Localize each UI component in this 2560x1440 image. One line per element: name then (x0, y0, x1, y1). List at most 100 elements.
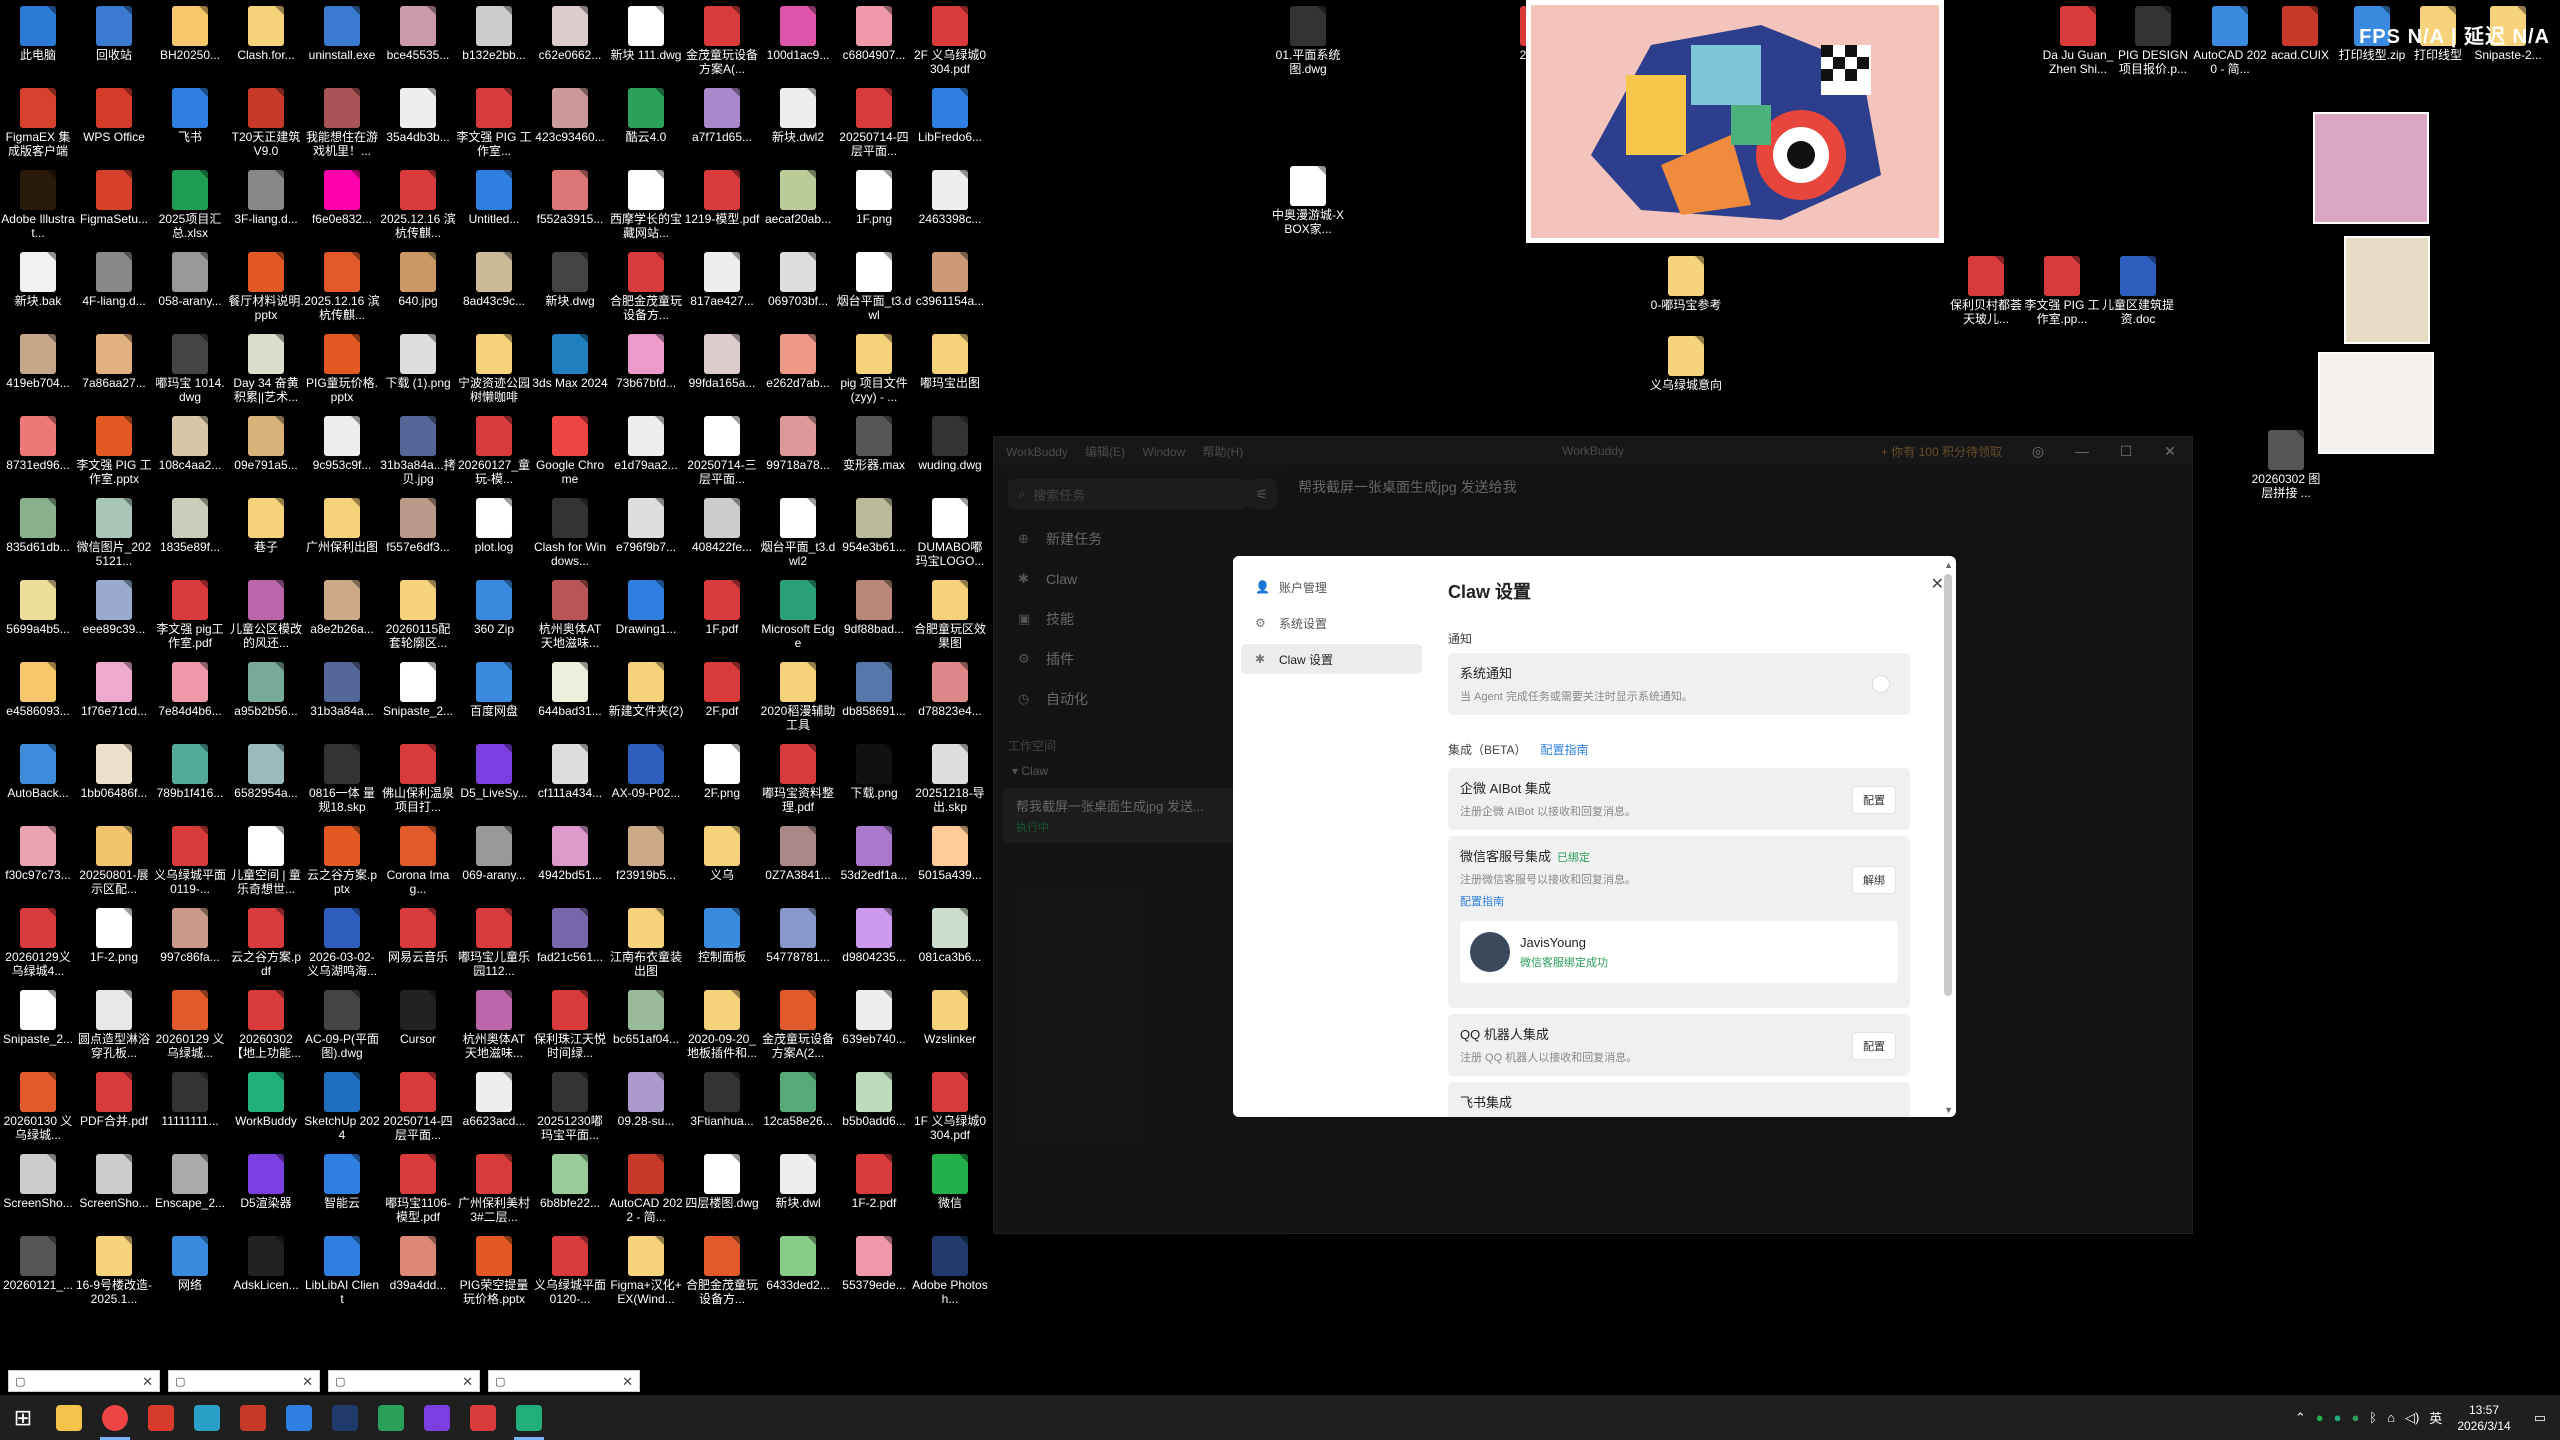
desktop-icon[interactable]: 李文强 PIG 工作室.pp... (2024, 250, 2100, 326)
notification-icon[interactable]: ▭ (2534, 1410, 2546, 1426)
desktop-icon[interactable]: 回收站 (76, 0, 152, 62)
desktop-icon[interactable]: 99fda165a... (684, 328, 760, 390)
scroll-down-arrow[interactable]: ▼ (1944, 1105, 1953, 1115)
desktop-icon[interactable]: FigmaEX 集成版客户端 (0, 82, 76, 158)
desktop-icon[interactable]: 100d1ac9... (760, 0, 836, 62)
bluetooth-icon[interactable]: ᛒ (2369, 1410, 2377, 1425)
taskbar-explorer[interactable] (46, 1395, 92, 1440)
desktop-icon[interactable]: 16-9号楼改造-2025.1... (76, 1230, 152, 1306)
desktop-icon[interactable]: aecaf20ab... (760, 164, 836, 226)
desktop-icon[interactable]: 423c93460... (532, 82, 608, 144)
desktop-icon[interactable]: 12ca58e26... (760, 1066, 836, 1128)
desktop-icon[interactable]: 8ad43c9c... (456, 246, 532, 308)
ime-indicator[interactable]: 英 (2429, 1408, 2442, 1427)
desktop-icon[interactable]: 烟台平面_t3.dwl (836, 246, 912, 322)
desktop-icon[interactable]: Enscape_2... (152, 1148, 228, 1210)
desktop-icon[interactable]: Untitled... (456, 164, 532, 226)
desktop-icon[interactable]: 5699a4b5... (0, 574, 76, 636)
desktop-icon[interactable]: Adobe Photosh... (912, 1230, 988, 1306)
desktop-icon[interactable]: 控制面板 (684, 902, 760, 964)
desktop-icon[interactable]: 4F-liang.d... (76, 246, 152, 308)
close-icon[interactable]: ✕ (142, 1374, 153, 1390)
desktop-icon[interactable]: 保利贝村都荟天玻儿... (1948, 250, 2024, 326)
desktop-icon[interactable]: 5015a439... (912, 820, 988, 882)
desktop-icon[interactable]: 20250714-四层平面... (836, 82, 912, 158)
desktop-icon[interactable]: b132e2bb... (456, 0, 532, 62)
desktop-icon[interactable]: db858691... (836, 656, 912, 718)
desktop-icon[interactable]: Clash for Windows... (532, 492, 608, 568)
clock[interactable]: 13:57 2026/3/14 (2457, 1402, 2510, 1434)
desktop-icon[interactable]: AutoCAD 2020 - 简... (2192, 0, 2268, 76)
taskbar-app[interactable] (322, 1395, 368, 1440)
desktop-icon[interactable]: 55379ede... (836, 1230, 912, 1292)
desktop-icon[interactable]: 0-嘟玛宝参考 (1648, 250, 1724, 312)
desktop-icon[interactable]: c6804907... (836, 0, 912, 62)
desktop-icon[interactable]: 789b1f416... (152, 738, 228, 800)
desktop-icon[interactable]: 20260121_... (0, 1230, 76, 1292)
desktop-icon[interactable]: d78823e4... (912, 656, 988, 718)
wecom-config-button[interactable]: 配置 (1852, 786, 1896, 814)
desktop-icon[interactable]: 酷云4.0 (608, 82, 684, 144)
taskbar-app[interactable] (414, 1395, 460, 1440)
desktop-icon[interactable]: 2025.12.16 滨杭传麒... (380, 164, 456, 240)
desktop-icon[interactable]: AC-09-P(平面图).dwg (304, 984, 380, 1060)
desktop-icon[interactable]: 4942bd51... (532, 820, 608, 882)
desktop-icon[interactable]: 嘟玛宝儿童乐园112... (456, 902, 532, 978)
desktop-icon[interactable]: 31b3a84a...拷贝.jpg (380, 410, 456, 486)
taskbar-app[interactable] (276, 1395, 322, 1440)
desktop-icon[interactable]: 1F.png (836, 164, 912, 226)
desktop-icon[interactable]: 1bb06486f... (76, 738, 152, 800)
taskbar-preview[interactable]: ▢ ✕ (168, 1370, 320, 1392)
close-icon[interactable]: ✕ (622, 1374, 633, 1390)
desktop-icon[interactable]: 四层楼图.dwg (684, 1148, 760, 1210)
desktop-icon[interactable]: 2026-03-02-义乌湖鸣海... (304, 902, 380, 978)
desktop-icon[interactable]: 09e791a5... (228, 410, 304, 472)
desktop-icon[interactable]: 义乌绿城平面0119-... (152, 820, 228, 896)
desktop-icon[interactable]: d39a4dd... (380, 1230, 456, 1292)
desktop-icon[interactable]: a95b2b56... (228, 656, 304, 718)
desktop-icon[interactable]: uninstall.exe (304, 0, 380, 62)
desktop-icon[interactable]: 6433ded2... (760, 1230, 836, 1292)
desktop-icon[interactable]: 7a86aa27... (76, 328, 152, 390)
desktop-icon[interactable]: ScreenSho... (0, 1148, 76, 1210)
desktop-icon[interactable]: BH20250... (152, 0, 228, 62)
desktop-icon[interactable]: 7e84d4b6... (152, 656, 228, 718)
desktop-icon[interactable]: 儿童空间 | 童乐奇想世... (228, 820, 304, 896)
desktop-icon[interactable]: eee89c39... (76, 574, 152, 636)
desktop-icon[interactable]: f557e6df3... (380, 492, 456, 554)
desktop-icon[interactable]: 杭州奥体AT 天地滋味... (456, 984, 532, 1060)
desktop-icon[interactable]: 李文强 PIG 工作室.pptx (76, 410, 152, 486)
desktop-icon[interactable]: 0816一体 量规18.skp (304, 738, 380, 814)
image-preview[interactable] (1526, 0, 1944, 243)
desktop-icon[interactable]: AdskLicen... (228, 1230, 304, 1292)
desktop-icon[interactable]: 35a4db3b... (380, 82, 456, 144)
desktop-icon[interactable]: 11111111... (152, 1066, 228, 1128)
desktop-icon[interactable]: 云之谷方案.pptx (304, 820, 380, 896)
desktop-icon[interactable]: Figma+汉化+EX(Wind... (608, 1230, 684, 1306)
desktop-icon[interactable]: f552a3915... (532, 164, 608, 226)
taskbar-preview[interactable]: ▢ ✕ (328, 1370, 480, 1392)
desktop-icon[interactable]: 20260115配套轮廓区... (380, 574, 456, 650)
desktop-icon[interactable]: D5_LiveSy... (456, 738, 532, 800)
desktop-icon[interactable]: 817ae427... (684, 246, 760, 308)
desktop-icon[interactable]: 1F-2.pdf (836, 1148, 912, 1210)
desktop-icon[interactable]: bce45535... (380, 0, 456, 62)
desktop-icon[interactable]: 江南布衣童装出图 (608, 902, 684, 978)
desktop-icon[interactable]: Corona Imag... (380, 820, 456, 896)
desktop-icon[interactable]: 408422fe... (684, 492, 760, 554)
desktop-icon[interactable]: 圆点造型淋浴穿孔板... (76, 984, 152, 1060)
desktop-icon[interactable]: 嘟玛宝出图 (912, 328, 988, 390)
close-icon[interactable]: ✕ (1931, 574, 1944, 594)
desktop-icon[interactable]: 下载.png (836, 738, 912, 800)
desktop-icon[interactable]: 合肥金茂童玩设备方... (608, 246, 684, 322)
desktop-icon[interactable]: 2463398c... (912, 164, 988, 226)
desktop-icon[interactable]: WorkBuddy (228, 1066, 304, 1128)
desktop-icon[interactable]: 20260130 义乌绿城... (0, 1066, 76, 1142)
desktop-icon[interactable]: 108c4aa2... (152, 410, 228, 472)
volume-icon[interactable]: ◁) (2405, 1410, 2419, 1426)
desktop-icon[interactable]: 云之谷方案.pdf (228, 902, 304, 978)
config-guide-link[interactable]: 配置指南 (1540, 743, 1588, 757)
desktop-icon[interactable]: 微信 (912, 1148, 988, 1210)
desktop-icon[interactable]: e262d7ab... (760, 328, 836, 390)
desktop-icon[interactable]: 新块.dwl2 (760, 82, 836, 144)
